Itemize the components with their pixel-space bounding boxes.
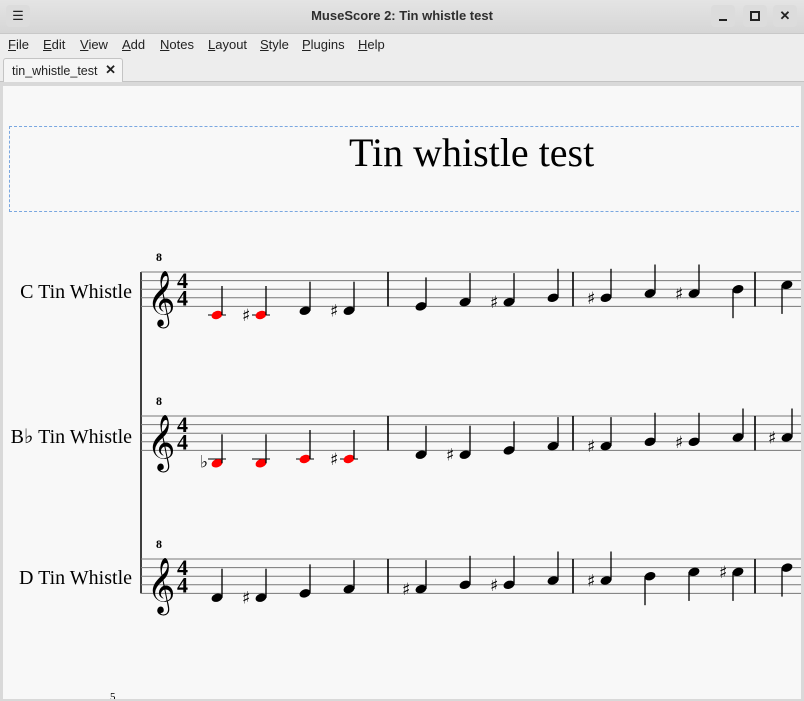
- time-signature-denominator: 4: [177, 572, 188, 597]
- sharp-icon: ♯: [675, 285, 683, 305]
- page-number: 5: [110, 691, 116, 699]
- note-f-sharp[interactable]: ♯: [587, 417, 613, 457]
- sharp-icon: ♯: [719, 563, 727, 583]
- sharp-icon: ♯: [490, 576, 498, 596]
- menu-plugins[interactable]: Plugins: [302, 37, 345, 52]
- note-c-sharp[interactable]: ♯: [719, 563, 745, 601]
- menu-style[interactable]: Style: [260, 37, 289, 52]
- note-f-sharp[interactable]: ♯: [490, 273, 516, 313]
- note-e[interactable]: [298, 564, 311, 599]
- sharp-icon: ♯: [587, 289, 595, 309]
- note-a-sharp[interactable]: ♯: [587, 551, 613, 592]
- note-a[interactable]: [546, 551, 559, 587]
- score-canvas[interactable]: Tin whistle test C Tin Whistle B♭ Tin Wh…: [3, 86, 801, 699]
- sharp-icon: ♯: [242, 589, 250, 609]
- note-g[interactable]: [546, 268, 559, 304]
- note-d-sharp[interactable]: ♯: [446, 425, 472, 466]
- close-icon[interactable]: ✕: [105, 62, 116, 78]
- note-b[interactable]: [643, 571, 656, 606]
- note-c[interactable]: [296, 430, 314, 465]
- menu-add[interactable]: Add: [122, 37, 145, 52]
- note-g[interactable]: [643, 412, 656, 448]
- note-f[interactable]: [342, 560, 355, 595]
- title-bar: ☰ MuseScore 2: Tin whistle test ✕: [0, 0, 804, 34]
- tab-tin-whistle-test[interactable]: tin_whistle_test ✕: [3, 58, 123, 82]
- menu-help[interactable]: Help: [358, 37, 385, 52]
- menu-view[interactable]: View: [80, 37, 108, 52]
- sharp-icon: ♯: [242, 306, 250, 326]
- menu-edit[interactable]: Edit: [43, 37, 65, 52]
- clef-octave-mark: 8: [156, 394, 162, 408]
- maximize-icon: [750, 11, 760, 21]
- flat-icon: ♭: [200, 452, 208, 472]
- note-d[interactable]: [298, 281, 311, 317]
- note-a-sharp[interactable]: ♯: [768, 408, 794, 449]
- note-d-sharp[interactable]: ♯: [330, 281, 356, 322]
- note-d[interactable]: [210, 568, 223, 604]
- staff-2: 𝄞844♭ ♯ ♯ ♯ ♯ ♯: [141, 394, 801, 472]
- clef-octave-mark: 8: [156, 537, 162, 551]
- note-e[interactable]: [414, 277, 427, 312]
- treble-clef-icon: 𝄞: [147, 557, 175, 615]
- menu-notes[interactable]: Notes: [160, 37, 194, 52]
- staff-3: 𝄞844♯ ♯ ♯ ♯ ♯: [141, 537, 801, 615]
- sharp-icon: ♯: [490, 293, 498, 313]
- note-c[interactable]: [208, 286, 226, 321]
- note-b[interactable]: [252, 434, 270, 469]
- menu-file[interactable]: File: [8, 37, 29, 52]
- note-a-sharp[interactable]: ♯: [675, 264, 701, 305]
- menu-layout[interactable]: Layout: [208, 37, 247, 52]
- sharp-icon: ♯: [768, 429, 776, 449]
- note-f-sharp[interactable]: ♯: [402, 560, 428, 600]
- tab-label: tin_whistle_test: [12, 64, 98, 78]
- note-e[interactable]: [502, 421, 515, 456]
- close-window-button[interactable]: ✕: [773, 5, 797, 27]
- sharp-icon: ♯: [675, 433, 683, 453]
- menu-bar: File Edit View Add Notes Layout Style Plugins He…: [0, 34, 804, 58]
- note-d[interactable]: [414, 425, 427, 461]
- clef-octave-mark: 8: [156, 250, 162, 264]
- note-a[interactable]: [731, 408, 744, 444]
- minimize-icon: [719, 19, 727, 21]
- note-bb[interactable]: ♭: [200, 434, 226, 472]
- note-c[interactable]: [687, 566, 700, 601]
- treble-clef-icon: 𝄞: [147, 270, 175, 328]
- sharp-icon: ♯: [587, 572, 595, 592]
- sharp-icon: ♯: [446, 446, 454, 466]
- score-notation[interactable]: 𝄞844♯ ♯ ♯ ♯ ♯𝄞844♭ ♯ ♯ ♯ ♯ ♯𝄞844♯ ♯ ♯ ♯ ♯: [3, 86, 801, 699]
- note-d-sharp[interactable]: ♯: [242, 568, 268, 609]
- maximize-button[interactable]: [743, 5, 767, 27]
- minimize-button[interactable]: [711, 5, 735, 27]
- window-title: MuseScore 2: Tin whistle test: [311, 8, 493, 23]
- sharp-icon: ♯: [587, 437, 595, 457]
- time-signature-denominator: 4: [177, 429, 188, 454]
- staff-1: 𝄞844♯ ♯ ♯ ♯ ♯: [141, 250, 801, 328]
- sharp-icon: ♯: [402, 580, 410, 600]
- sharp-icon: ♯: [330, 450, 338, 470]
- note-f[interactable]: [546, 417, 559, 452]
- time-signature-denominator: 4: [177, 285, 188, 310]
- note-g[interactable]: [458, 555, 471, 591]
- treble-clef-icon: 𝄞: [147, 414, 175, 472]
- sharp-icon: ♯: [330, 302, 338, 322]
- note-f[interactable]: [458, 273, 471, 308]
- note-a[interactable]: [643, 264, 656, 300]
- note-d[interactable]: [780, 562, 793, 597]
- note-b[interactable]: [731, 284, 744, 319]
- close-icon: ✕: [779, 8, 791, 23]
- note-c[interactable]: [780, 279, 793, 314]
- tab-bar: tin_whistle_test ✕: [0, 58, 804, 82]
